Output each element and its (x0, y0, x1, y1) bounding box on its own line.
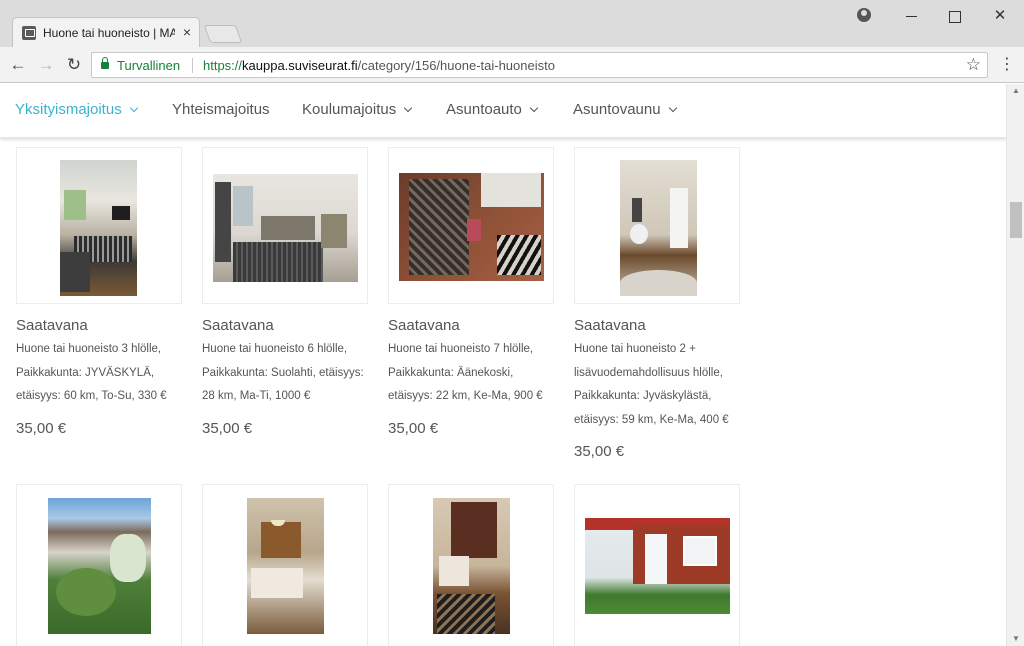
product-title[interactable]: Saatavana (202, 317, 274, 334)
site-nav: Yksityismajoitus Yhteismajoitus Koulumaj… (0, 84, 1006, 138)
minimize-icon[interactable] (899, 6, 923, 26)
url-text[interactable]: https://kauppa.suviseurat.fi/category/15… (203, 58, 555, 73)
forward-icon[interactable]: → (35, 54, 57, 76)
secure-label: Turvallinen (117, 58, 181, 73)
description-line: Paikkakunta: Jyväskylästä, (574, 390, 712, 402)
product-price: 35,00 € (388, 420, 439, 437)
chevron-down-icon (529, 103, 539, 113)
product-photo (399, 173, 544, 281)
tab-favicon-icon (22, 26, 36, 40)
product-title[interactable]: Saatavana (574, 317, 646, 334)
product-price: 35,00 € (16, 420, 67, 437)
new-tab-button[interactable] (203, 25, 243, 43)
menu-icon[interactable]: ⋮ (999, 55, 1015, 75)
nav-item-label: Koulumajoitus (302, 101, 397, 118)
product-photo (213, 174, 358, 282)
description-line: Huone tai huoneisto 7 hlölle, (388, 343, 534, 355)
nav-item-koulumajoitus[interactable]: Koulumajoitus (302, 101, 413, 118)
scroll-up-arrow-icon[interactable]: ▲ (1007, 84, 1024, 98)
profile-icon[interactable] (857, 8, 871, 22)
chevron-down-icon (668, 103, 677, 113)
description-line: Huone tai huoneisto 3 hlölle, (16, 343, 162, 355)
product-image-link[interactable] (202, 147, 368, 304)
product-image-link[interactable] (574, 147, 740, 304)
nav-item-label: Yksityismajoitus (15, 101, 122, 118)
description-line: etäisyys: 60 km, To-Su, 330 € (16, 390, 167, 402)
browser-tab[interactable]: Huone tai huoneisto | MA × (12, 17, 200, 47)
product-description: Huone tai huoneisto 3 hlölle, Paikkakunt… (16, 338, 191, 409)
product-photo (620, 160, 697, 296)
url-scheme: https:// (203, 58, 243, 73)
description-line: Huone tai huoneisto 2 + (574, 343, 696, 355)
browser-titlebar: Huone tai huoneisto | MA × ✕ (0, 0, 1024, 47)
description-line: Paikkakunta: JYVÄSKYLÄ, (16, 366, 155, 379)
product-photo (585, 518, 730, 614)
url-host: kauppa.suviseurat.fi (242, 58, 358, 73)
tab-title: Huone tai huoneisto | MA (43, 26, 175, 40)
description-line: Paikkakunta: Äänekoski, (388, 366, 514, 379)
maximize-icon[interactable] (943, 6, 967, 26)
product-image-link[interactable] (388, 147, 554, 304)
scroll-thumb[interactable] (1010, 202, 1022, 238)
description-line: etäisyys: 22 km, Ke-Ma, 900 € (388, 390, 543, 402)
nav-item-label: Asuntovaunu (573, 101, 661, 118)
chevron-down-icon (129, 103, 138, 113)
nav-item-yhteismajoitus[interactable]: Yhteismajoitus (172, 101, 270, 118)
url-path: /category/156/huone-tai-huoneisto (357, 58, 555, 73)
product-price: 35,00 € (574, 443, 625, 460)
description-line: 28 km, Ma-Ti, 1000 € (202, 390, 311, 402)
page-viewport: Yksityismajoitus Yhteismajoitus Koulumaj… (0, 84, 1024, 646)
reload-icon[interactable]: ↻ (63, 54, 85, 76)
star-icon[interactable]: ☆ (966, 54, 981, 76)
product-image-link[interactable] (574, 484, 740, 646)
product-description: Huone tai huoneisto 7 hlölle, Paikkakunt… (388, 338, 563, 409)
product-photo (433, 498, 510, 634)
nav-item-label: Asuntoauto (446, 101, 522, 118)
product-title[interactable]: Saatavana (388, 317, 460, 334)
close-window-icon[interactable]: ✕ (988, 6, 1012, 26)
product-image-link[interactable] (16, 147, 182, 304)
back-icon[interactable]: ← (7, 54, 29, 76)
description-line: etäisyys: 59 km, Ke-Ma, 400 € (574, 413, 729, 426)
product-image-link[interactable] (388, 484, 554, 646)
product-description: Huone tai huoneisto 6 hlölle, Paikkakunt… (202, 338, 377, 409)
product-photo (247, 498, 324, 634)
product-description: Huone tai huoneisto 2 + lisävuodemahdoll… (574, 338, 749, 432)
lock-icon (101, 57, 109, 69)
address-bar[interactable]: Turvallinen https://kauppa.suviseurat.fi… (91, 52, 988, 78)
product-price: 35,00 € (202, 420, 253, 437)
description-line: Huone tai huoneisto 6 hlölle, (202, 343, 348, 355)
omnibox-divider (192, 58, 193, 73)
nav-item-label: Yhteismajoitus (172, 101, 270, 118)
nav-item-asuntoauto[interactable]: Asuntoauto (446, 101, 539, 118)
nav-item-asuntovaunu[interactable]: Asuntovaunu (573, 101, 677, 118)
description-line: Paikkakunta: Suolahti, etäisyys: (202, 366, 364, 379)
product-photo (60, 160, 137, 296)
page-scrollbar[interactable]: ▲ ▼ (1006, 84, 1024, 646)
description-line: lisävuodemahdollisuus hlölle, (574, 366, 723, 379)
product-title[interactable]: Saatavana (16, 317, 88, 334)
browser-toolbar: ← → ↻ Turvallinen https://kauppa.suviseu… (0, 47, 1024, 83)
nav-item-yksityismajoitus[interactable]: Yksityismajoitus (15, 101, 138, 118)
scroll-down-arrow-icon[interactable]: ▼ (1007, 632, 1024, 646)
product-image-link[interactable] (16, 484, 182, 646)
product-image-link[interactable] (202, 484, 368, 646)
close-icon[interactable]: × (183, 24, 191, 40)
chevron-down-icon (403, 103, 413, 113)
product-photo (48, 498, 151, 634)
